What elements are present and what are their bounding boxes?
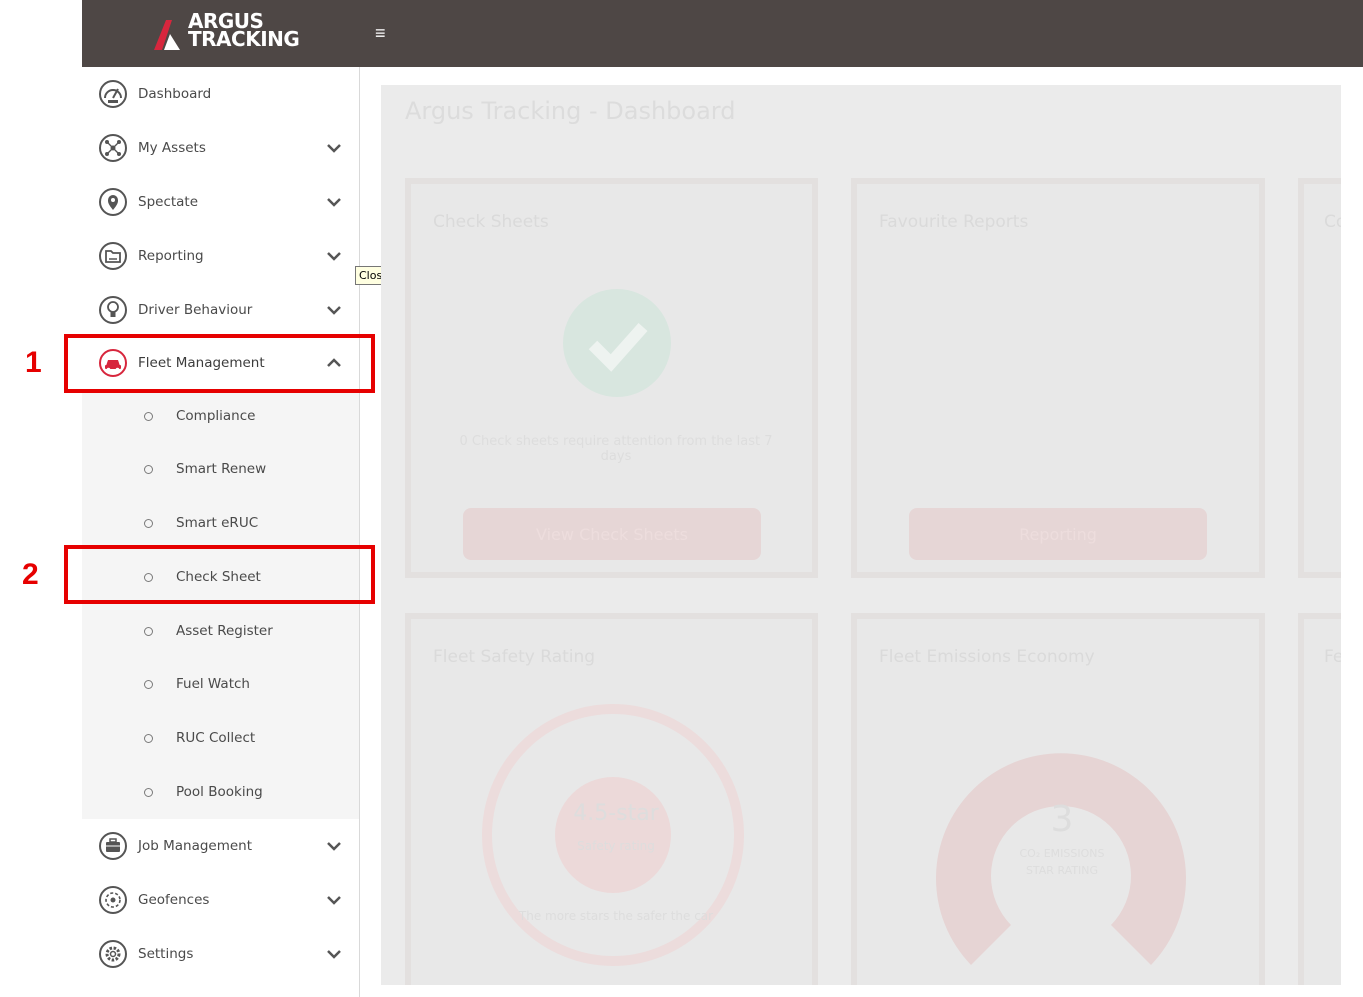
sidebar-item-label: Geofences bbox=[138, 892, 210, 908]
submenu-item-label: Asset Register bbox=[176, 623, 273, 639]
gear-icon bbox=[99, 940, 127, 968]
fleet-safety-rating-card: Fleet Safety Rating 4.5-star Safety rati… bbox=[405, 613, 818, 985]
chevron-down-icon[interactable] bbox=[326, 305, 342, 315]
sidebar-item-label: Settings bbox=[138, 946, 194, 962]
submenu-item-label: Smart Renew bbox=[176, 461, 267, 477]
safety-rating-dial bbox=[482, 704, 744, 966]
chevron-down-icon[interactable] bbox=[326, 197, 342, 207]
button-label: Reporting bbox=[1019, 524, 1097, 544]
submenu-item-label: Compliance bbox=[176, 408, 256, 424]
app-root: ARGUS TRACKING ≡ Dashboard My Assets Spe… bbox=[0, 0, 1363, 997]
sidebar-item-label: Job Management bbox=[138, 838, 253, 854]
reporting-folder-icon bbox=[99, 242, 127, 270]
sidebar-item-label: My Assets bbox=[138, 140, 206, 156]
assets-network-icon bbox=[99, 134, 127, 162]
geofence-icon bbox=[99, 886, 127, 914]
logo-text: ARGUS TRACKING bbox=[188, 11, 300, 51]
dashboard-gauge-icon bbox=[99, 80, 127, 108]
sidebar-item-label: Dashboard bbox=[138, 86, 212, 102]
lightbulb-icon bbox=[99, 296, 127, 324]
checkmark-icon bbox=[563, 289, 671, 397]
annotation-box-check-sheet bbox=[64, 545, 375, 604]
bullet-icon bbox=[144, 411, 153, 421]
logo-line-2: TRACKING bbox=[188, 27, 300, 51]
annotation-number-1: 1 bbox=[25, 346, 42, 379]
chevron-down-icon[interactable] bbox=[326, 949, 342, 959]
sidebar-item-label: Reporting bbox=[138, 248, 204, 264]
annotation-number-2: 2 bbox=[22, 558, 39, 591]
sidebar-item-settings[interactable]: Settings bbox=[82, 927, 359, 981]
submenu-item-smart-renew[interactable]: Smart Renew bbox=[82, 442, 359, 496]
sidebar-item-spectate[interactable]: Spectate bbox=[82, 175, 359, 229]
chevron-down-icon[interactable] bbox=[326, 841, 342, 851]
bullet-icon bbox=[144, 679, 153, 689]
chevron-down-icon[interactable] bbox=[326, 251, 342, 261]
top-bar: ARGUS TRACKING ≡ bbox=[82, 0, 1363, 67]
location-pin-icon bbox=[99, 188, 127, 216]
sidebar-item-label: Spectate bbox=[138, 194, 199, 210]
bullet-icon bbox=[144, 733, 153, 743]
favourite-reports-card: Favourite Reports Reporting bbox=[851, 178, 1265, 578]
submenu-item-smart-eruc[interactable]: Smart eRUC bbox=[82, 496, 359, 550]
argus-tracking-logo[interactable]: ARGUS TRACKING bbox=[150, 11, 300, 56]
annotation-box-fleet-management bbox=[64, 334, 375, 393]
emissions-rating-value: 3 bbox=[1050, 799, 1074, 840]
safety-rating-caption: Safety rating bbox=[577, 839, 655, 853]
chevron-down-icon[interactable] bbox=[326, 143, 342, 153]
card-title: Fe bbox=[1324, 647, 1341, 667]
submenu-item-label: Pool Booking bbox=[176, 784, 263, 800]
sidebar: Dashboard My Assets Spectate Reporting D… bbox=[82, 67, 360, 997]
card-title: Fleet Safety Rating bbox=[433, 647, 596, 667]
submenu-item-label: Fuel Watch bbox=[176, 676, 250, 692]
check-sheets-card: Check Sheets 0 Check sheets require atte… bbox=[405, 178, 818, 578]
sidebar-item-job-management[interactable]: Job Management bbox=[82, 819, 359, 873]
reporting-button[interactable]: Reporting bbox=[909, 508, 1207, 560]
card-title: Fleet Emissions Economy bbox=[879, 647, 1095, 667]
submenu-item-fuel-watch[interactable]: Fuel Watch bbox=[82, 657, 359, 711]
sidebar-item-label: Driver Behaviour bbox=[138, 302, 253, 318]
page-title: Argus Tracking - Dashboard bbox=[405, 97, 736, 125]
fleet-management-submenu: Compliance Smart Renew Smart eRUC Check … bbox=[82, 389, 359, 819]
sidebar-item-driver-behaviour[interactable]: Driver Behaviour bbox=[82, 283, 359, 337]
partial-card-top: Co bbox=[1298, 178, 1341, 578]
sidebar-item-dashboard[interactable]: Dashboard bbox=[82, 67, 359, 121]
submenu-item-compliance[interactable]: Compliance bbox=[82, 389, 359, 443]
sidebar-item-reporting[interactable]: Reporting bbox=[82, 229, 359, 283]
bullet-icon bbox=[144, 626, 153, 636]
check-sheets-note: 0 Check sheets require attention from th… bbox=[459, 434, 773, 464]
submenu-item-pool-booking[interactable]: Pool Booking bbox=[82, 765, 359, 819]
button-label: View Check Sheets bbox=[536, 524, 688, 544]
card-title: Check Sheets bbox=[433, 212, 549, 232]
submenu-item-asset-register[interactable]: Asset Register bbox=[82, 604, 359, 658]
emissions-caption-1: CO₂ EMISSIONS bbox=[1019, 847, 1105, 860]
hamburger-icon[interactable]: ≡ bbox=[375, 23, 391, 43]
sidebar-item-my-assets[interactable]: My Assets bbox=[82, 121, 359, 175]
argus-logo-mark-icon bbox=[154, 20, 180, 50]
bullet-icon bbox=[144, 464, 153, 474]
chevron-down-icon[interactable] bbox=[326, 895, 342, 905]
partial-card-bottom: Fe bbox=[1298, 613, 1341, 985]
briefcase-icon bbox=[99, 832, 127, 860]
submenu-item-label: Smart eRUC bbox=[176, 515, 259, 531]
bullet-icon bbox=[144, 787, 153, 797]
submenu-item-label: RUC Collect bbox=[176, 730, 256, 746]
dashboard-overlay[interactable]: Argus Tracking - Dashboard Check Sheets … bbox=[381, 85, 1341, 985]
submenu-item-ruc-collect[interactable]: RUC Collect bbox=[82, 711, 359, 765]
emissions-caption-2: STAR RATING bbox=[1025, 864, 1099, 877]
card-title: Co bbox=[1324, 212, 1341, 232]
safety-rating-value: 4.5-star bbox=[573, 801, 659, 826]
safety-ring-text: The more stars the safer the car bbox=[518, 909, 714, 923]
view-check-sheets-button[interactable]: View Check Sheets bbox=[463, 508, 761, 560]
sidebar-item-geofences[interactable]: Geofences bbox=[82, 873, 359, 927]
bullet-icon bbox=[144, 518, 153, 528]
fleet-emissions-card: Fleet Emissions Economy 3 CO₂ EMISSIONS … bbox=[851, 613, 1265, 985]
card-title: Favourite Reports bbox=[879, 212, 1029, 232]
